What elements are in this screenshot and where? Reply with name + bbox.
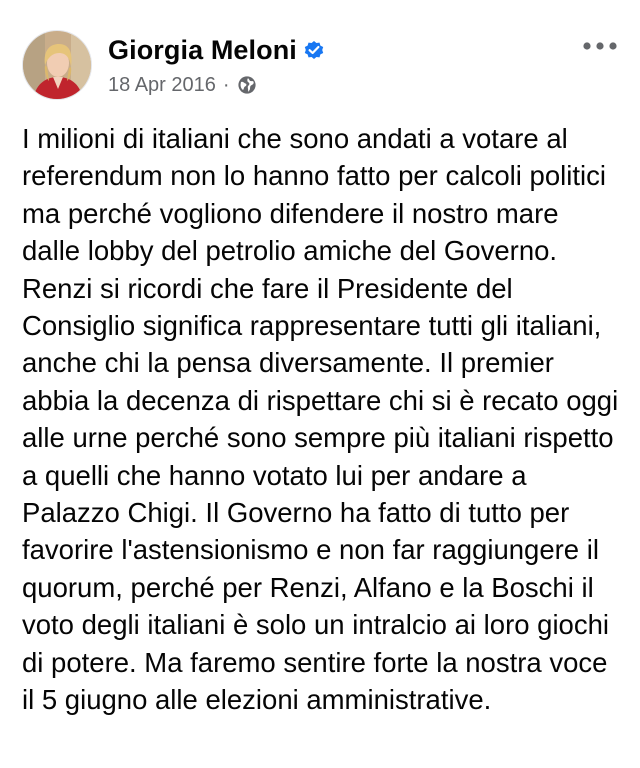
- avatar[interactable]: [22, 30, 92, 100]
- more-options-button[interactable]: [578, 34, 622, 58]
- globe-icon[interactable]: [237, 75, 257, 95]
- post-meta: 18 Apr 2016 ·: [108, 72, 257, 98]
- more-options-icon: [583, 42, 617, 50]
- meta-separator: ·: [222, 73, 230, 96]
- profile-photo: [23, 31, 91, 99]
- post-header: Giorgia Meloni 18 Apr 2016 ·: [22, 30, 622, 106]
- verified-badge-icon: [303, 39, 325, 61]
- post-date[interactable]: 18 Apr 2016: [108, 74, 216, 97]
- post-text: I milioni di italiani che sono andati a …: [22, 123, 619, 716]
- author-name[interactable]: Giorgia Meloni: [108, 35, 297, 66]
- author-row: Giorgia Meloni: [108, 34, 325, 66]
